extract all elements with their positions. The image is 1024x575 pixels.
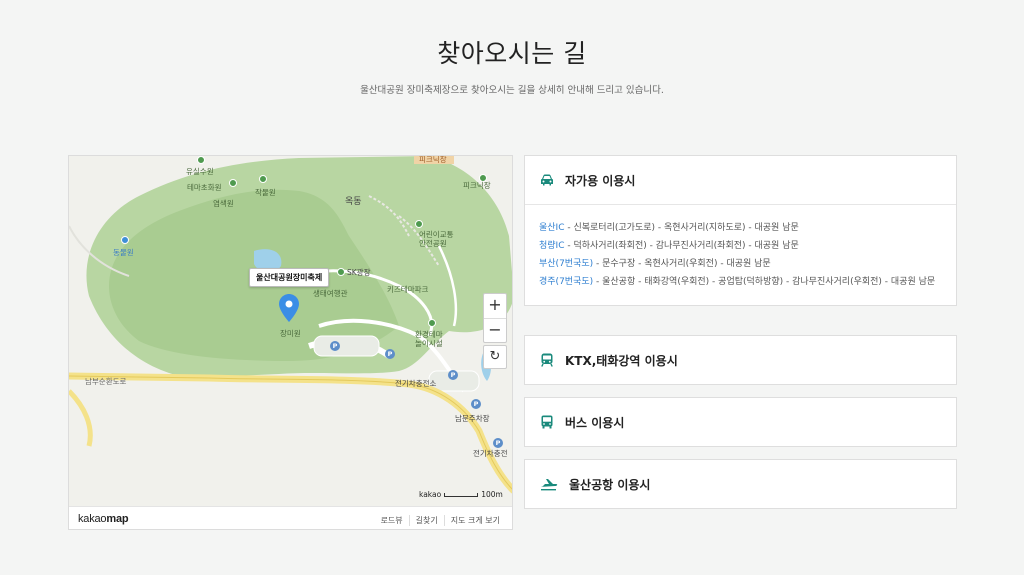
map-footer-links: 로드뷰 길찾기 지도 크게 보기 <box>375 515 506 526</box>
route-path: - 신복로터리(고가도로) - 옥현사거리(지하도로) - 대공원 남문 <box>564 223 799 233</box>
refresh-icon[interactable]: ↻ <box>483 345 507 369</box>
poi-label: 키즈테마파크 <box>387 285 429 294</box>
poi-label: 옥동 <box>345 197 362 207</box>
route-path: - 덕하사거리(좌회전) - 감나무진사거리(좌회전) - 대공원 남문 <box>564 241 799 251</box>
plane-icon <box>539 476 559 492</box>
route-item: 청량IC - 덕하사거리(좌회전) - 감나무진사거리(좌회전) - 대공원 남… <box>539 237 942 255</box>
route-path: - 울산공항 - 태화강역(우회전) - 공업탑(덕하방향) - 감나무진사거리… <box>593 277 936 287</box>
poi-label: 유실수원 <box>186 167 214 176</box>
scale-text: 100m <box>481 490 503 499</box>
road-label: 남부순환도로 <box>85 377 127 386</box>
airport-panel-title: 울산공항 이용시 <box>569 477 651 492</box>
poi-label: 테마초화원 <box>187 183 222 192</box>
poi-label: 전기차충전소 <box>395 379 437 388</box>
kakao-map[interactable]: 유실수원 테마초화원 염색원 작물원 옥동 피크닉장 어린이교통 안전공원 SK… <box>68 155 513 530</box>
route-item: 부산(7번국도) - 문수구장 - 옥현사거리(우회전) - 대공원 남문 <box>539 255 942 273</box>
route-item: 경주(7번국도) - 울산공항 - 태화강역(우회전) - 공업탑(덕하방향) … <box>539 273 942 291</box>
parking-badge: P <box>448 370 458 380</box>
ktx-panel[interactable]: KTX,태화강역 이용시 <box>524 335 957 385</box>
bus-panel-title: 버스 이용시 <box>565 415 625 430</box>
parking-badge: P <box>330 341 340 351</box>
map-footer: kakaomap 로드뷰 길찾기 지도 크게 보기 <box>69 506 512 529</box>
car-routes: 울산IC - 신복로터리(고가도로) - 옥현사거리(지하도로) - 대공원 남… <box>525 204 956 305</box>
car-panel-title: 자가용 이용시 <box>565 173 636 188</box>
poi-dot <box>197 156 205 164</box>
route-item: 울산IC - 신복로터리(고가도로) - 옥현사거리(지하도로) - 대공원 남… <box>539 219 942 237</box>
poi-label: 환경테마 놀이시설 <box>415 330 443 348</box>
large-map-link[interactable]: 지도 크게 보기 <box>443 515 506 526</box>
route-origin: 부산(7번국도) <box>539 259 594 269</box>
airport-panel[interactable]: 울산공항 이용시 <box>524 459 957 509</box>
poi-label: 장미원 <box>280 329 301 338</box>
poi-label: 피크닉장 <box>463 181 491 190</box>
poi-label: 생태여행관 <box>313 289 348 298</box>
poi-label: 피크닉장 <box>419 156 447 164</box>
train-icon <box>539 352 555 368</box>
map-scale: kakao 100m <box>419 490 503 499</box>
page-subtitle: 울산대공원 장미축제장으로 찾아오시는 길을 상세히 안내해 드리고 있습니다. <box>360 85 664 96</box>
route-origin: 청량IC <box>539 241 565 251</box>
poi-dot <box>428 319 436 327</box>
poi-label: 어린이교통 안전공원 <box>419 230 454 248</box>
page-title: 찾아오시는 길 <box>437 39 587 68</box>
marker-label[interactable]: 울산대공원장미축제 <box>249 268 330 287</box>
bus-panel[interactable]: 버스 이용시 <box>524 397 957 447</box>
zoom-out-button[interactable]: − <box>484 318 506 342</box>
car-panel-header[interactable]: 자가용 이용시 <box>525 156 956 204</box>
parking-badge: P <box>385 349 395 359</box>
route-origin: 울산IC <box>539 223 565 233</box>
directions-link[interactable]: 길찾기 <box>408 515 444 526</box>
poi-dot <box>229 179 237 187</box>
poi-label: 남문주차장 <box>455 414 490 423</box>
map-marker-icon[interactable] <box>279 294 299 322</box>
poi-label: 동물원 <box>113 248 134 257</box>
scale-bar <box>444 493 479 497</box>
ktx-panel-title: KTX,태화강역 이용시 <box>565 353 678 368</box>
poi-label: SK광장 <box>347 268 371 277</box>
poi-dot <box>121 236 129 244</box>
airport-panel-header[interactable]: 울산공항 이용시 <box>525 460 956 508</box>
poi-label: 전기차충전 <box>473 449 508 458</box>
kakaomap-logo[interactable]: kakaomap <box>78 513 129 525</box>
poi-dot <box>259 175 267 183</box>
car-icon <box>539 172 555 188</box>
poi-label: 작물원 <box>255 188 276 197</box>
scale-brand: kakao <box>419 490 442 499</box>
zoom-in-button[interactable]: + <box>484 294 506 318</box>
map-canvas[interactable]: 유실수원 테마초화원 염색원 작물원 옥동 피크닉장 어린이교통 안전공원 SK… <box>69 156 512 506</box>
ktx-panel-header[interactable]: KTX,태화강역 이용시 <box>525 336 956 384</box>
brand-regular: kakao <box>78 513 107 525</box>
route-path: - 문수구장 - 옥현사거리(우회전) - 대공원 남문 <box>593 259 771 269</box>
route-origin: 경주(7번국도) <box>539 277 594 287</box>
zoom-control: + − <box>483 293 507 343</box>
car-panel: 자가용 이용시 울산IC - 신복로터리(고가도로) - 옥현사거리(지하도로)… <box>524 155 957 306</box>
poi-dot <box>415 220 423 228</box>
poi-dot <box>337 268 345 276</box>
bus-icon <box>539 414 555 430</box>
parking-badge: P <box>471 399 481 409</box>
poi-label: 염색원 <box>213 199 234 208</box>
brand-bold: map <box>106 513 129 525</box>
bus-panel-header[interactable]: 버스 이용시 <box>525 398 956 446</box>
parking-badge: P <box>493 438 503 448</box>
roadview-link[interactable]: 로드뷰 <box>375 515 409 526</box>
